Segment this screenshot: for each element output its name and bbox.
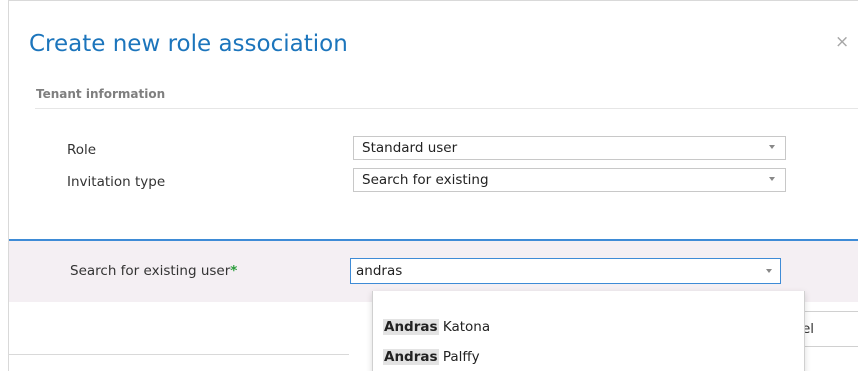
search-user-input-value: andras xyxy=(356,263,403,279)
role-select[interactable]: Standard user xyxy=(353,136,786,160)
invitation-type-label: Invitation type xyxy=(67,174,166,190)
search-user-label: Search for existing user* xyxy=(70,263,237,279)
chevron-down-icon xyxy=(769,145,775,149)
suggestion-rest: Palffy xyxy=(438,349,480,365)
role-select-value: Standard user xyxy=(362,140,458,156)
dialog-title: Create new role association xyxy=(29,31,348,57)
create-role-association-dialog: Create new role association × Tenant inf… xyxy=(8,0,858,371)
footer-divider xyxy=(9,354,349,355)
suggestion-item[interactable]: Andras Palffy xyxy=(383,349,480,365)
search-user-label-text: Search for existing user xyxy=(70,263,231,279)
suggestion-match: Andras xyxy=(383,319,439,335)
section-label: Tenant information xyxy=(36,87,166,101)
section-divider xyxy=(35,108,858,109)
chevron-down-icon xyxy=(766,269,772,273)
search-user-input[interactable]: andras xyxy=(350,258,781,284)
close-icon[interactable]: × xyxy=(835,34,849,51)
invitation-type-select[interactable]: Search for existing xyxy=(353,168,786,192)
user-suggestions-dropdown: Andras Katona Andras Palffy xyxy=(372,291,805,371)
chevron-down-icon xyxy=(769,177,775,181)
invitation-type-select-value: Search for existing xyxy=(362,172,489,188)
suggestion-item[interactable]: Andras Katona xyxy=(383,319,490,335)
suggestion-match: Andras xyxy=(383,349,439,365)
role-label: Role xyxy=(67,142,97,158)
suggestion-rest: Katona xyxy=(438,319,491,335)
required-marker: * xyxy=(230,263,238,279)
